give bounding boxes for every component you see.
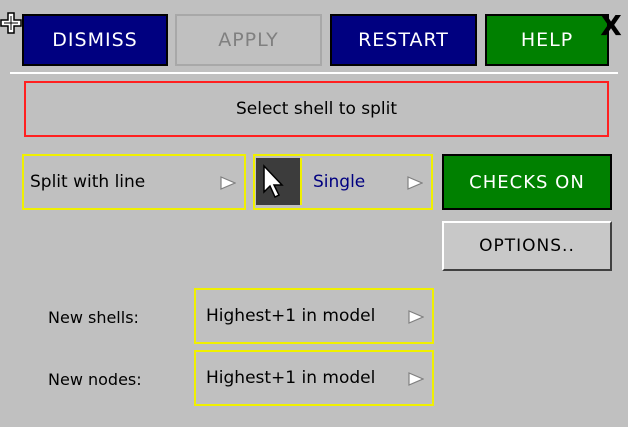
move-icon[interactable] (0, 12, 22, 34)
new-nodes-dropdown[interactable]: Highest+1 in model (194, 350, 434, 406)
dropdown-arrow-icon (407, 175, 424, 190)
new-shells-dropdown[interactable]: Highest+1 in model (194, 288, 434, 344)
apply-button[interactable]: APPLY (175, 14, 322, 66)
checks-toggle-button[interactable]: CHECKS ON (442, 154, 612, 210)
restart-button[interactable]: RESTART (330, 14, 477, 66)
prompt-text: Select shell to split (235, 99, 398, 119)
split-method-label: Split with line (30, 172, 146, 192)
close-icon[interactable]: X (596, 12, 626, 42)
cursor-pick-icon[interactable] (256, 158, 302, 205)
new-shells-label: New shells: (48, 307, 139, 327)
help-button[interactable]: HELP (485, 14, 609, 66)
selection-prompt: Select shell to split (24, 81, 609, 137)
split-method-dropdown[interactable]: Split with line (22, 154, 246, 210)
dropdown-arrow-icon (408, 309, 425, 324)
dismiss-button[interactable]: DISMISS (22, 14, 168, 66)
toolbar-separator (10, 72, 618, 74)
new-shells-value: Highest+1 in model (206, 306, 376, 326)
new-nodes-label: New nodes: (48, 369, 142, 389)
dropdown-arrow-icon (220, 175, 237, 190)
new-nodes-value: Highest+1 in model (206, 368, 376, 388)
dropdown-arrow-icon (408, 371, 425, 386)
options-button[interactable]: OPTIONS.. (442, 221, 612, 271)
